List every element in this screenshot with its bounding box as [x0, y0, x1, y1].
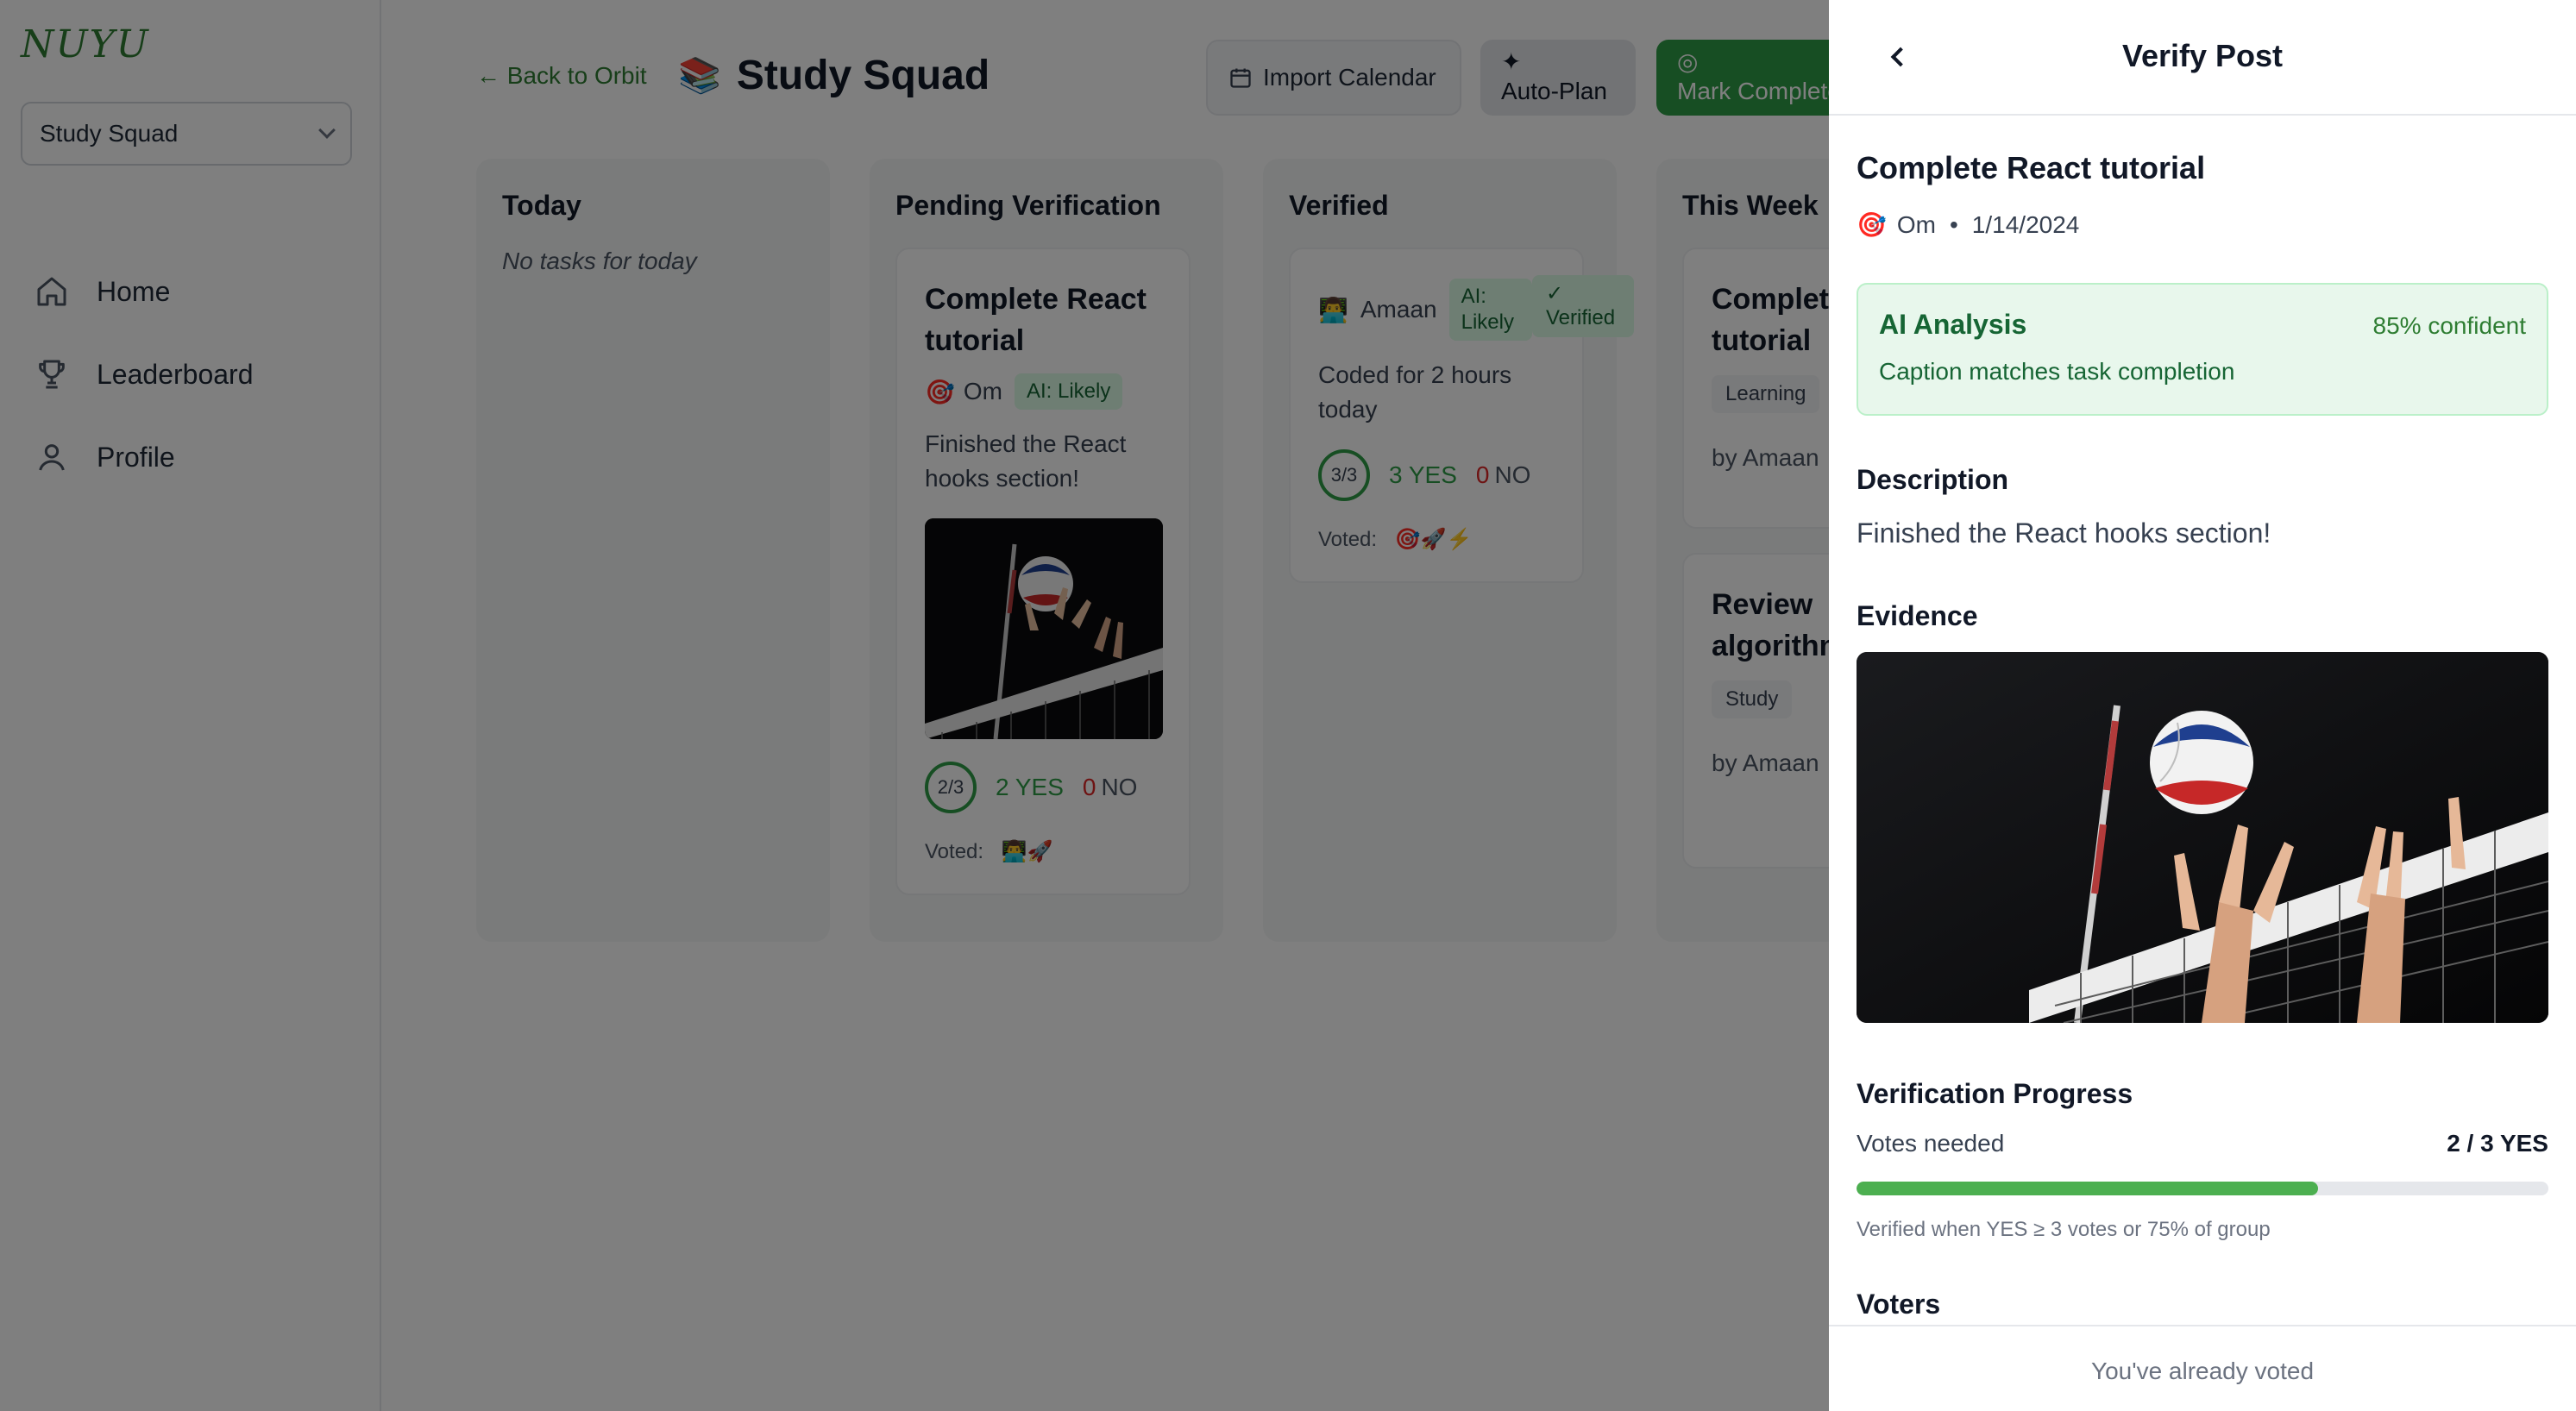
verification-progress-bar — [1857, 1182, 2548, 1195]
post-date: 1/14/2024 — [1971, 210, 2080, 238]
ai-confidence: 85% confident — [2372, 312, 2526, 339]
evidence-heading: Evidence — [1857, 600, 1978, 631]
description-text: Finished the React hooks section! — [1857, 517, 2271, 549]
verification-rule: Verified when YES ≥ 3 votes or 75% of gr… — [1857, 1218, 2271, 1241]
description-heading: Description — [1857, 464, 2009, 495]
voters-heading: Voters — [1857, 1289, 1941, 1320]
evidence-image[interactable] — [1857, 652, 2548, 1023]
verification-progress-fill — [1857, 1182, 2318, 1195]
votes-needed-label: Votes needed — [1857, 1130, 2005, 1157]
ai-analysis-panel: AI Analysis 85% confident Caption matche… — [1857, 283, 2548, 416]
user-avatar-emoji: 🎯 — [1857, 211, 1887, 238]
post-title: Complete React tutorial — [1857, 150, 2206, 185]
post-meta: 🎯 Om • 1/14/2024 — [1857, 210, 2079, 239]
post-user: Om — [1896, 210, 1936, 238]
verification-progress-heading: Verification Progress — [1857, 1078, 2133, 1109]
already-voted-footer: You've already voted — [1829, 1325, 2576, 1411]
meta-separator: • — [1949, 210, 1958, 238]
verify-post-drawer: Verify Post Complete React tutorial 🎯 Om… — [1829, 0, 2576, 1411]
ai-reason: Caption matches task completion — [1879, 358, 2235, 385]
drawer-title: Verify Post — [2121, 38, 2284, 73]
drawer-header: Verify Post — [1829, 0, 2576, 116]
votes-needed-value: 2 / 3 YES — [2447, 1130, 2548, 1157]
